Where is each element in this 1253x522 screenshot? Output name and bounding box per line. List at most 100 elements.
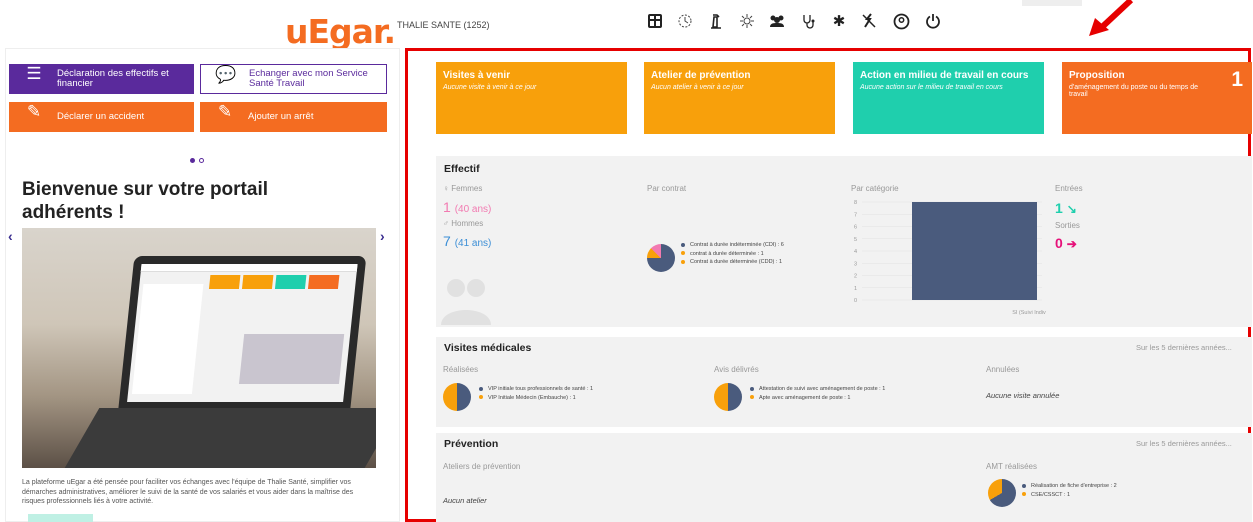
arrow-right-icon: ➔ — [1066, 237, 1077, 251]
carousel-prev-icon[interactable]: ‹ — [8, 228, 13, 244]
carousel-dot-active[interactable] — [190, 158, 195, 163]
y-tick-label: 0 — [854, 298, 857, 304]
prevention-more-link[interactable]: Sur les 5 dernières années... — [1136, 439, 1232, 448]
card-subtitle: Aucune visite à venir à ce jour — [443, 84, 537, 91]
pencil-icon: ✎ — [217, 102, 233, 121]
sorties-label: Sorties — [1055, 221, 1080, 230]
card-title: Atelier de prévention — [651, 70, 751, 81]
ateliers-text: Aucun atelier — [443, 496, 487, 505]
card-count: 1 — [1231, 68, 1243, 91]
welcome-heading: Bienvenue sur votre portail adhérents ! — [22, 179, 269, 223]
team-card-icon: ☰ — [26, 64, 42, 83]
user-icon[interactable] — [892, 12, 910, 30]
annotation-arrow — [1089, 0, 1134, 36]
sorties-count: 0 — [1055, 235, 1063, 251]
entrees-stat: 1 ↘ — [1055, 200, 1077, 216]
categorie-bar-chart: 8 7 6 5 4 3 2 1 0 SI (Suivi Indiv — [854, 200, 1046, 316]
echanger-button[interactable]: 💬 Echanger avec mon Service Santé Travai… — [200, 64, 387, 94]
y-tick-label: 3 — [854, 261, 857, 267]
settings-icon[interactable]: ✱ — [830, 12, 848, 30]
legend-item: Contrat à durée déterminée (CDD) : 1 — [681, 258, 784, 267]
dashboard-icon[interactable] — [646, 12, 664, 30]
legend-text: Attestation de suivi avec aménagement de… — [759, 386, 886, 392]
fire-extinguisher-icon[interactable] — [707, 12, 725, 30]
arrow-down-right-icon: ↘ — [1066, 202, 1077, 216]
realisees-legend: VIP initiale tous professionnels de sant… — [479, 385, 593, 402]
legend-item: VIP initiale tous professionnels de sant… — [479, 385, 593, 394]
legend-text: CSE/CSSCT : 1 — [1031, 491, 1071, 498]
group-watermark-icon — [436, 270, 496, 325]
avis-label: Avis délivrés — [714, 365, 759, 374]
echanger-label: Echanger avec mon Service Santé Travail — [249, 68, 368, 89]
legend-item: VIP Initiale Médecin (Embauche) : 1 — [479, 394, 593, 403]
prevention-title: Prévention — [444, 438, 499, 450]
sorties-stat: 0 ➔ — [1055, 235, 1077, 251]
legend-text: Réalisation de fiche d'entreprise : 2 — [1031, 483, 1117, 489]
card-visites-a-venir[interactable]: Visites à venir Aucune visite à venir à … — [436, 62, 627, 134]
card-atelier-prevention[interactable]: Atelier de prévention Aucun atelier à ve… — [644, 62, 835, 134]
visites-more-link[interactable]: Sur les 5 dernières années... — [1136, 343, 1232, 352]
visites-title: Visites médicales — [444, 342, 532, 354]
prevention-panel — [436, 433, 1252, 522]
legend-text: VIP Initiale Médecin (Embauche) : 1 — [488, 394, 576, 401]
avis-pie — [714, 383, 742, 411]
declaration-button[interactable]: ☰ Déclaration des effectifs et financier — [9, 64, 194, 94]
card-title: Action en milieu de travail en cours — [860, 70, 1029, 81]
intro-text: La plateforme uEgar a été pensée pour fa… — [22, 479, 354, 505]
annulees-text: Aucune visite annulée — [986, 391, 1060, 400]
legend-item: contrat à durée déterminée : 1 — [681, 250, 784, 259]
card-title: Visites à venir — [443, 70, 511, 81]
femmes-stat: 1 (40 ans) — [443, 199, 491, 215]
amt-label: AMT réalisées — [986, 462, 1037, 471]
y-tick-label: 1 — [854, 286, 857, 292]
card-subtitle: Aucune action sur le milieu de travail e… — [860, 84, 1003, 91]
chat-icon: 💬 — [215, 65, 237, 84]
y-tick-label: 4 — [854, 249, 857, 255]
card-subtitle: d'aménagement du poste ou du temps de tr… — [1069, 84, 1198, 98]
power-icon[interactable] — [924, 12, 942, 30]
legend-item: CSE/CSSCT : 1 — [1022, 491, 1117, 500]
y-tick-label: 5 — [854, 237, 857, 243]
no-flash-icon[interactable] — [860, 12, 878, 30]
legend-text: Contrat à durée déterminée (CDD) : 1 — [690, 259, 783, 265]
legend-item: Attestation de suivi avec aménagement de… — [750, 385, 885, 394]
y-tick-label: 8 — [854, 200, 857, 206]
bar[interactable] — [912, 202, 1037, 300]
hommes-stat: 7 (41 ans) — [443, 233, 491, 249]
y-tick-label: 7 — [854, 212, 857, 218]
card-action-milieu[interactable]: Action en milieu de travail en cours Auc… — [853, 62, 1044, 134]
chat-widget-edge[interactable] — [28, 514, 93, 522]
declaration-label: Déclaration des effectifs et financier — [57, 68, 169, 89]
declarer-accident-button[interactable]: ✎ Déclarer un accident — [9, 102, 194, 132]
realisees-pie — [443, 383, 471, 411]
effectif-title: Effectif — [444, 163, 480, 175]
par-categorie-label: Par catégorie — [851, 184, 899, 193]
stethoscope-icon[interactable] — [800, 12, 818, 30]
hommes-age: (41 ans) — [454, 238, 492, 249]
virus-icon[interactable] — [738, 12, 756, 30]
logo[interactable]: uEgar. — [285, 12, 396, 51]
hommes-label: ♂ Hommes — [443, 219, 484, 228]
legend-text: contrat à durée déterminée : 1 — [690, 250, 764, 257]
team-icon[interactable] — [768, 12, 786, 30]
ateliers-label: Ateliers de prévention — [443, 462, 521, 471]
realisees-label: Réalisées — [443, 365, 479, 374]
visites-panel — [436, 337, 1252, 427]
carousel-next-icon[interactable]: › — [380, 228, 385, 244]
ajouter-arret-button[interactable]: ✎ Ajouter un arrêt — [200, 102, 387, 132]
organization-name: THALIE SANTE (1252) — [397, 20, 490, 30]
legend-text: Apte avec aménagement de poste : 1 — [759, 394, 851, 401]
card-proposition[interactable]: Proposition d'aménagement du poste ou du… — [1062, 62, 1252, 134]
entrees-count: 1 — [1055, 200, 1063, 216]
x-tick-label: SI (Suivi Indiv — [1012, 310, 1046, 316]
femmes-label: ♀ Femmes — [443, 184, 483, 193]
card-title: Proposition — [1069, 70, 1125, 81]
carousel-dot[interactable] — [199, 158, 204, 163]
legend-text: VIP initiale tous professionnels de sant… — [488, 386, 594, 392]
hommes-count: 7 — [443, 233, 451, 249]
history-icon[interactable] — [676, 12, 694, 30]
y-tick-label: 2 — [854, 274, 857, 280]
annulees-label: Annulées — [986, 365, 1020, 374]
pencil-icon: ✎ — [26, 102, 42, 121]
par-contrat-label: Par contrat — [647, 184, 687, 193]
